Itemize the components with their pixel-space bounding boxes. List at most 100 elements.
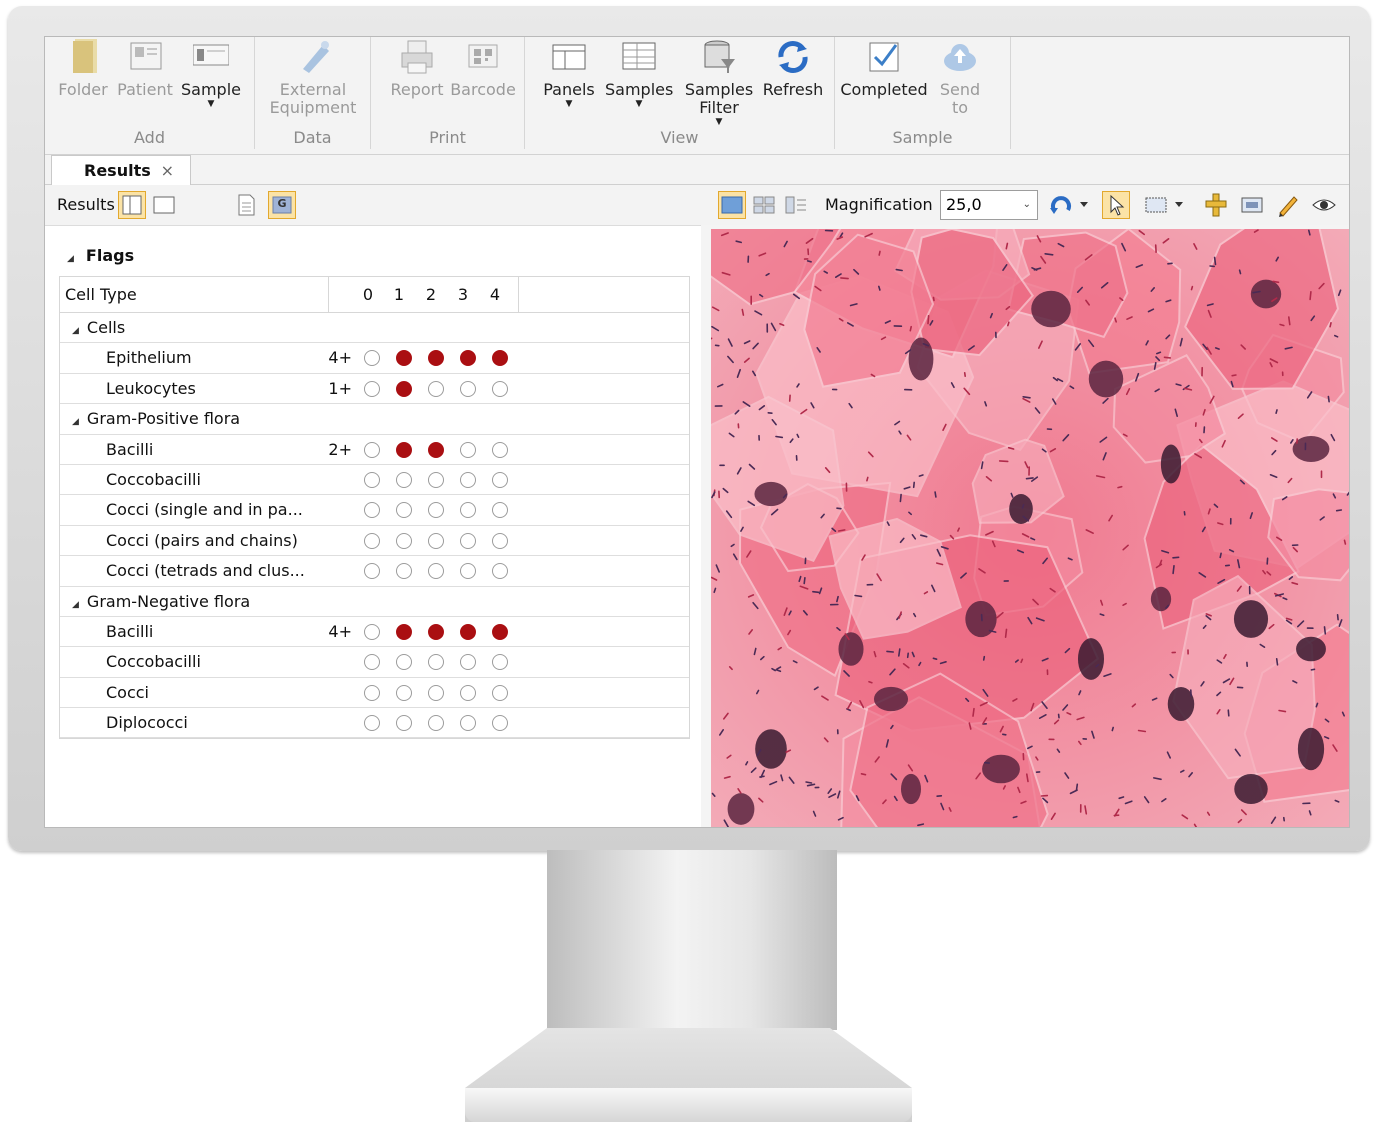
level-radio-3[interactable] (460, 623, 476, 640)
refresh-label: Refresh (762, 80, 824, 99)
patient-label: Patient (117, 80, 173, 99)
level-radio-4[interactable] (492, 563, 508, 580)
report-view-button[interactable] (232, 191, 260, 219)
level-radio-4[interactable] (492, 623, 508, 640)
level-radio-2[interactable] (428, 471, 444, 488)
level-radio-2[interactable] (428, 715, 444, 732)
level-radio-3[interactable] (460, 563, 476, 580)
level-radio-1[interactable] (396, 623, 412, 640)
level-radio-1[interactable] (396, 563, 412, 580)
list-view-button[interactable] (782, 191, 810, 219)
bacterium (1227, 709, 1230, 717)
gram-stain-micrograph[interactable] (711, 229, 1350, 828)
level-radio-2[interactable] (428, 502, 444, 519)
level-radio-3[interactable] (460, 502, 476, 519)
single-image-view-button[interactable] (718, 191, 746, 219)
samples-filter-button[interactable]: Samples Filter ▼ (681, 37, 757, 127)
visibility-button[interactable] (1310, 191, 1338, 219)
tab-results[interactable]: Results × (51, 155, 191, 185)
level-radio-4[interactable] (492, 654, 508, 671)
level-radio-4[interactable] (492, 532, 508, 549)
patient-button[interactable]: Patient (111, 37, 179, 99)
flags-section-header[interactable]: ◢ Flags (67, 246, 134, 265)
level-radio-1[interactable] (396, 502, 412, 519)
magnification-label: Magnification (825, 195, 933, 214)
measure-tool-button[interactable] (1202, 191, 1230, 219)
level-radio-2[interactable] (428, 441, 444, 458)
level-radio-1[interactable] (396, 441, 412, 458)
level-radio-4[interactable] (492, 502, 508, 519)
level-radio-1[interactable] (396, 350, 412, 367)
grid-view-button[interactable] (750, 191, 778, 219)
cell-nucleus (727, 793, 755, 825)
level-radio-3[interactable] (460, 654, 476, 671)
level-radio-4[interactable] (492, 684, 508, 701)
level-radio-2[interactable] (428, 563, 444, 580)
level-radio-3[interactable] (460, 441, 476, 458)
level-radio-0[interactable] (364, 684, 380, 701)
level-radio-1[interactable] (396, 684, 412, 701)
folder-button[interactable]: Folder (49, 37, 117, 99)
level-radio-2[interactable] (428, 684, 444, 701)
level-radio-3[interactable] (460, 715, 476, 732)
level-radio-4[interactable] (492, 350, 508, 367)
level-radio-0[interactable] (364, 715, 380, 732)
magnification-value: 25,0 (946, 195, 982, 214)
single-layout-button[interactable] (150, 191, 178, 219)
flag-group-row[interactable]: ◢ Gram-Negative flora (60, 587, 689, 617)
magnification-select[interactable]: 25,0 ⌄ (940, 190, 1038, 220)
level-radio-0[interactable] (364, 441, 380, 458)
refresh-button[interactable]: Refresh (759, 37, 827, 99)
level-radio-2[interactable] (428, 380, 444, 397)
level-radio-1[interactable] (396, 715, 412, 732)
panel-splitter[interactable] (701, 225, 711, 827)
level-radio-0[interactable] (364, 502, 380, 519)
level-radio-3[interactable] (460, 471, 476, 488)
completed-button[interactable]: Completed (839, 37, 929, 99)
level-radio-4[interactable] (492, 380, 508, 397)
two-column-layout-button[interactable] (118, 191, 146, 219)
level-radio-0[interactable] (364, 532, 380, 549)
close-icon[interactable]: × (161, 156, 174, 185)
flag-group-row[interactable]: ◢ Gram-Positive flora (60, 404, 689, 435)
level-radio-4[interactable] (492, 715, 508, 732)
level-radio-4[interactable] (492, 471, 508, 488)
report-button[interactable]: Report (383, 37, 451, 99)
folder-label: Folder (58, 80, 108, 99)
level-radio-0[interactable] (364, 563, 380, 580)
bacterium (741, 308, 745, 316)
gram-stain-button[interactable]: G (268, 191, 296, 219)
level-radio-0[interactable] (364, 623, 380, 640)
level-radio-0[interactable] (364, 350, 380, 367)
level-radio-2[interactable] (428, 623, 444, 640)
level-radio-2[interactable] (428, 532, 444, 549)
level-radio-1[interactable] (396, 654, 412, 671)
scale-bar-button[interactable] (1238, 191, 1266, 219)
external-equipment-button[interactable]: External Equipment (263, 37, 363, 117)
level-radio-3[interactable] (460, 532, 476, 549)
level-radio-1[interactable] (396, 532, 412, 549)
flag-group-label: ◢ Gram-Positive flora (72, 409, 240, 428)
level-radio-2[interactable] (428, 654, 444, 671)
level-radio-0[interactable] (364, 380, 380, 397)
pointer-tool-button[interactable] (1102, 191, 1130, 219)
level-radio-1[interactable] (396, 471, 412, 488)
level-radio-1[interactable] (396, 380, 412, 397)
rotate-button[interactable] (1047, 191, 1091, 219)
level-radio-3[interactable] (460, 350, 476, 367)
panels-button[interactable]: Panels ▼ (535, 37, 603, 109)
level-radio-4[interactable] (492, 441, 508, 458)
microscopy-image-viewer[interactable] (711, 229, 1350, 828)
level-radio-3[interactable] (460, 380, 476, 397)
barcode-button[interactable]: Barcode (449, 37, 517, 99)
sample-button[interactable]: Sample ▼ (177, 37, 245, 109)
level-radio-3[interactable] (460, 684, 476, 701)
level-radio-0[interactable] (364, 654, 380, 671)
selection-tool-button[interactable] (1142, 191, 1186, 219)
level-radio-0[interactable] (364, 471, 380, 488)
samples-button[interactable]: Samples ▼ (605, 37, 673, 109)
send-to-button[interactable]: Send to (935, 37, 985, 117)
level-radio-2[interactable] (428, 350, 444, 367)
flag-group-row[interactable]: ◢ Cells (60, 313, 689, 344)
annotate-button[interactable] (1274, 191, 1302, 219)
